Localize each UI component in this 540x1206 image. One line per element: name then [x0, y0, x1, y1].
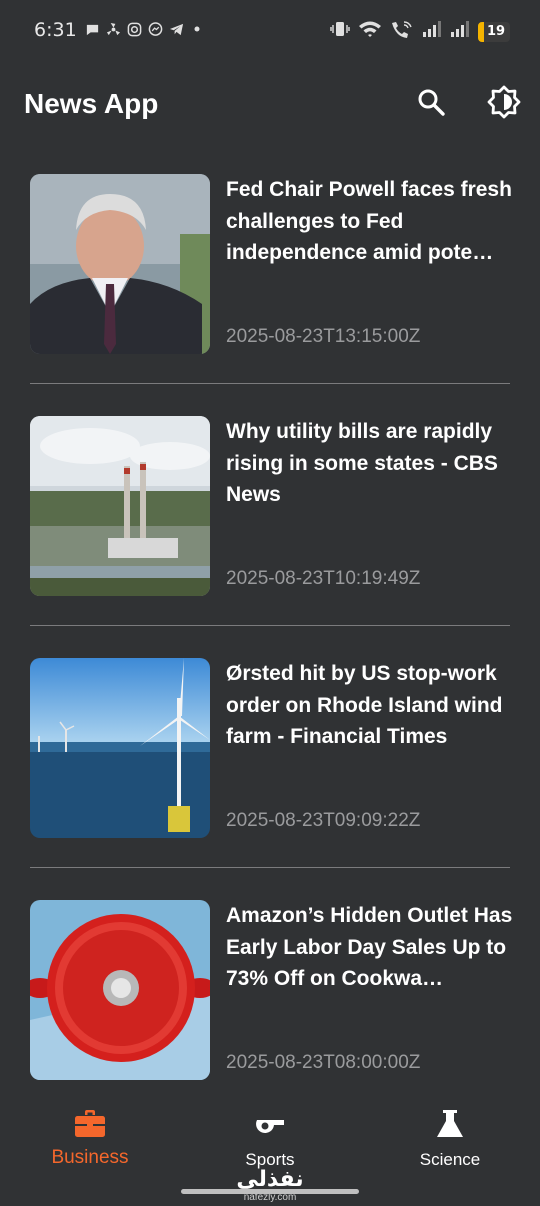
article-item[interactable]: Ørsted hit by US stop-work order on Rhod… — [30, 656, 510, 868]
article-title: Fed Chair Powell faces fresh challenges … — [226, 178, 512, 264]
fan-icon — [105, 21, 121, 37]
vibrate-icon — [330, 20, 350, 43]
article-title: Ørsted hit by US stop-work order on Rhod… — [226, 662, 503, 748]
article-thumbnail — [30, 658, 210, 838]
article-date: 2025-08-23T13:15:00Z — [226, 326, 421, 347]
system-icons: 19 — [330, 20, 510, 43]
wifi-call-icon — [390, 20, 414, 43]
article-title: Amazon’s Hidden Outlet Has Early Labor D… — [226, 904, 513, 990]
flask-icon — [437, 1110, 463, 1137]
article-date: 2025-08-23T08:00:00Z — [226, 1052, 421, 1073]
instagram-icon — [126, 21, 142, 37]
briefcase-icon — [75, 1110, 105, 1137]
article-thumbnail — [30, 174, 210, 354]
status-time: 6:31 — [34, 19, 77, 41]
theme-toggle-button[interactable] — [484, 82, 524, 122]
battery-icon: 19 — [478, 21, 510, 42]
dot-icon — [189, 21, 205, 37]
signal-icon — [450, 20, 470, 43]
search-button[interactable] — [411, 82, 451, 122]
telegram-icon — [168, 21, 184, 37]
battery-level — [478, 21, 484, 42]
article-item[interactable]: Why utility bills are rapidly rising in … — [30, 414, 510, 626]
article-thumbnail — [30, 416, 210, 596]
status-bar: 6:31 19 — [0, 0, 540, 62]
app-bar: News App — [0, 62, 540, 152]
article-item[interactable]: Fed Chair Powell faces fresh challenges … — [30, 172, 512, 384]
brightness-icon — [487, 85, 521, 119]
article-item[interactable]: Amazon’s Hidden Outlet Has Early Labor D… — [30, 898, 512, 1109]
article-title: Why utility bills are rapidly rising in … — [226, 420, 498, 506]
nav-item-sports[interactable]: Sports — [180, 1106, 360, 1170]
nav-item-business[interactable]: Business — [0, 1106, 180, 1169]
article-thumbnail — [30, 900, 210, 1080]
wifi-icon — [358, 20, 382, 43]
article-date: 2025-08-23T09:09:22Z — [226, 810, 421, 831]
whistle-icon — [256, 1120, 284, 1134]
messenger-icon — [147, 21, 163, 37]
notification-icons — [84, 21, 205, 37]
app-title: News App — [24, 88, 159, 119]
home-indicator[interactable] — [181, 1189, 359, 1194]
nav-item-science[interactable]: Science — [360, 1106, 540, 1170]
signal-icon — [422, 20, 442, 43]
battery-percent: 19 — [487, 24, 506, 39]
article-list[interactable]: Fed Chair Powell faces fresh challenges … — [30, 172, 512, 1139]
search-icon — [418, 89, 445, 116]
chat-icon — [84, 21, 100, 37]
article-date: 2025-08-23T10:19:49Z — [226, 568, 421, 589]
